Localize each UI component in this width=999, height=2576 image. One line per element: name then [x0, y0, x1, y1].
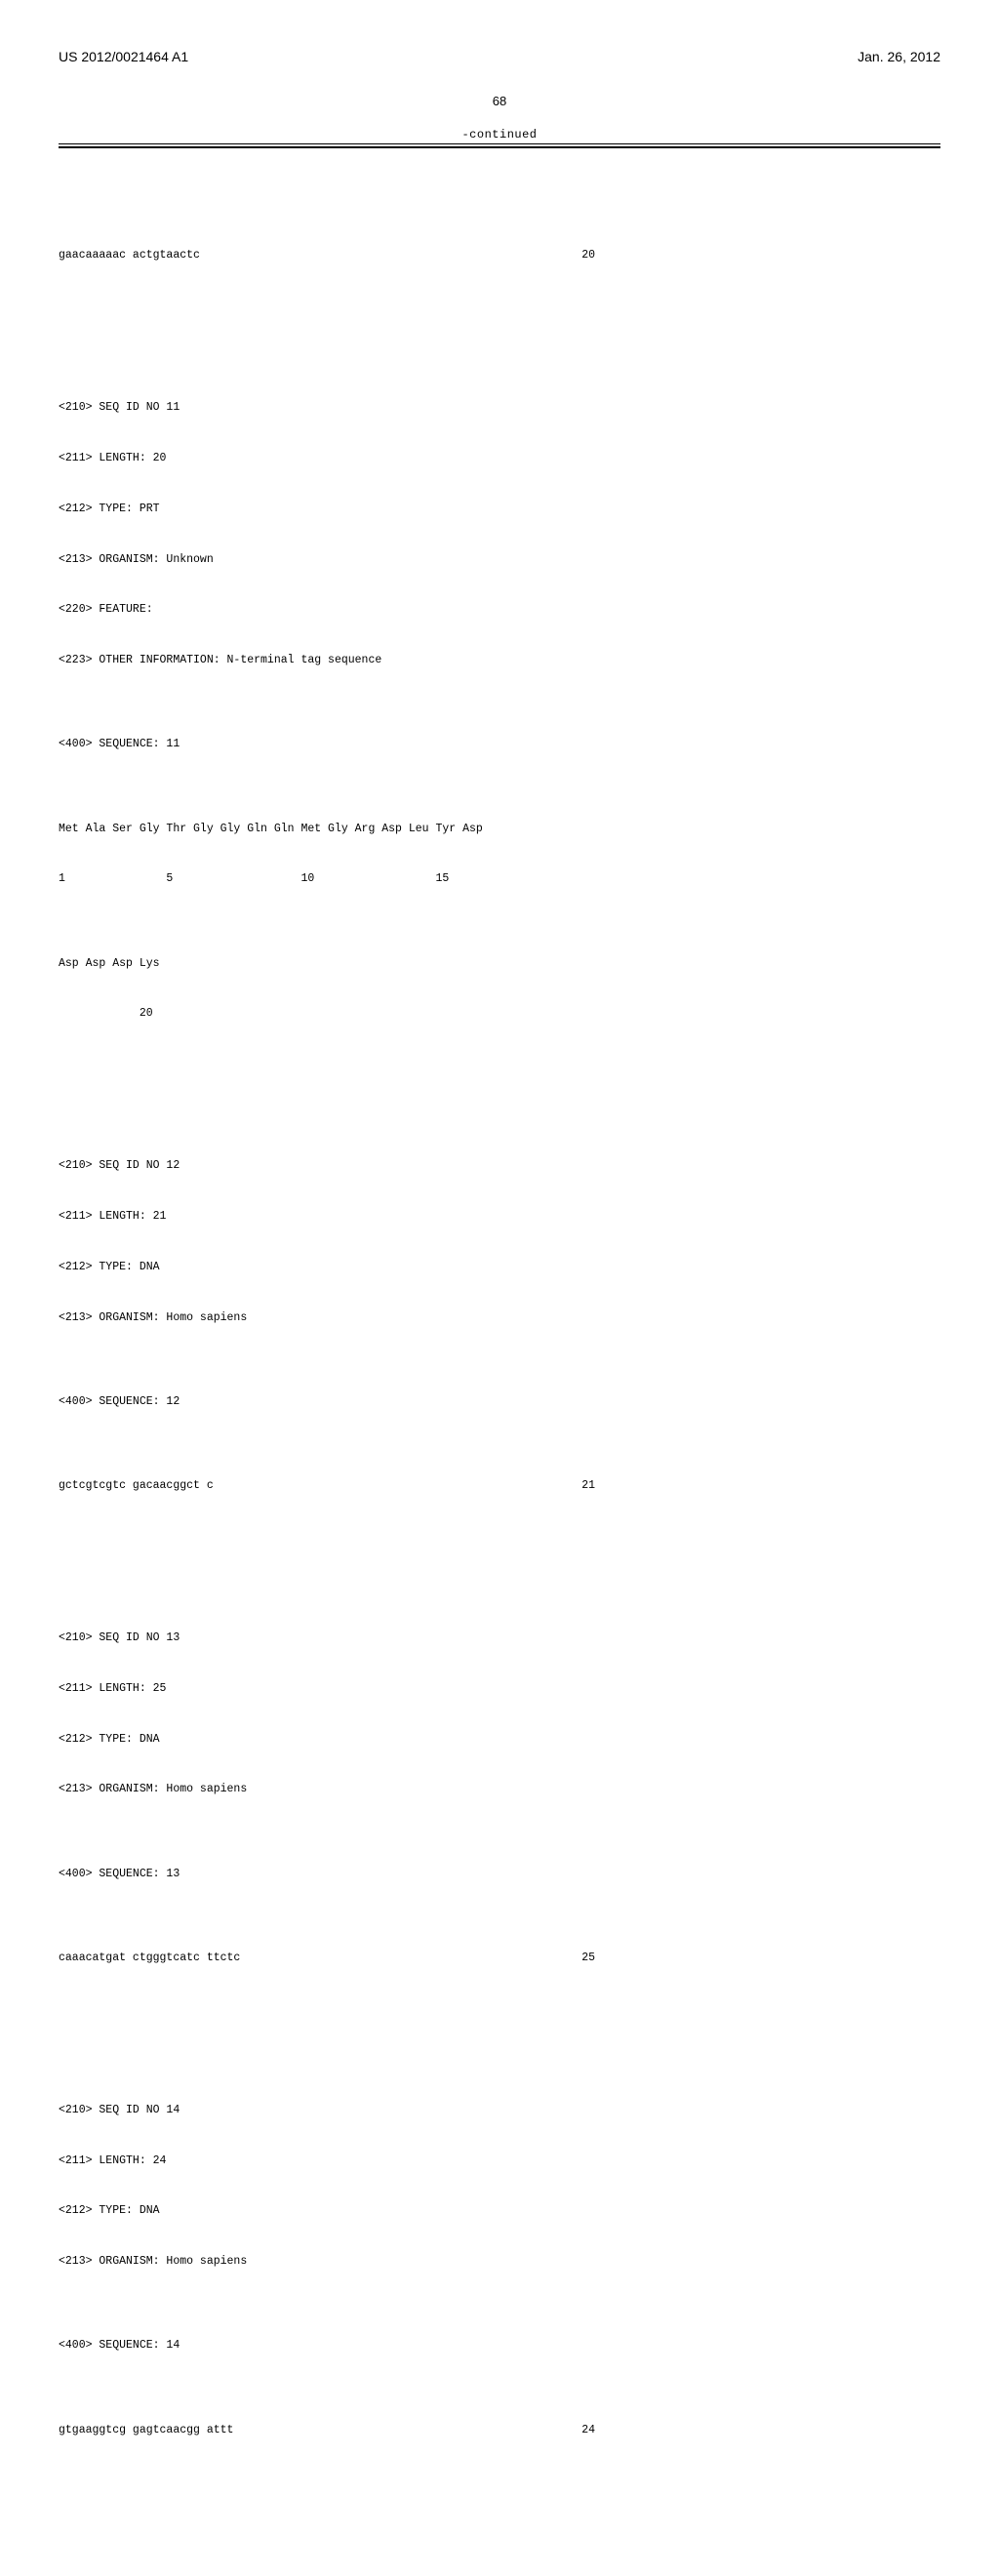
seq-block-14: <210> SEQ ID NO 14 <211> LENGTH: 24 <212… — [59, 2068, 940, 2472]
seq-header-line: <210> SEQ ID NO 12 — [59, 1157, 940, 1174]
seq-text: caaacatgat ctgggtcatc ttctc — [59, 1950, 240, 1966]
seq-block-12: <210> SEQ ID NO 12 <211> LENGTH: 21 <212… — [59, 1124, 940, 1528]
sequence-listing: gaacaaaaac actgtaactc 20 <210> SEQ ID NO… — [59, 163, 940, 2576]
seq-block-10-data: gaacaaaaac actgtaactc 20 — [59, 214, 940, 298]
seq-header-line: <220> FEATURE: — [59, 601, 940, 618]
continued-label: -continued — [59, 128, 940, 141]
seq-header-line: <213> ORGANISM: Homo sapiens — [59, 2253, 940, 2270]
seq-header-line: <211> LENGTH: 24 — [59, 2153, 940, 2169]
seq-header-line: <223> OTHER INFORMATION: N-terminal tag … — [59, 652, 940, 668]
seq-header-line: <210> SEQ ID NO 15 — [59, 2574, 940, 2576]
seq-label: <400> SEQUENCE: 14 — [59, 2337, 940, 2354]
seq-text: gctcgtcgtc gacaacggct c — [59, 1477, 214, 1494]
seq-block-13: <210> SEQ ID NO 13 <211> LENGTH: 25 <212… — [59, 1596, 940, 2000]
page-container: US 2012/0021464 A1 Jan. 26, 2012 68 -con… — [0, 0, 999, 2576]
seq-header-line: <211> LENGTH: 21 — [59, 1208, 940, 1225]
seq-header-line: <210> SEQ ID NO 14 — [59, 2102, 940, 2118]
seq-header-line: <211> LENGTH: 25 — [59, 1680, 940, 1697]
seq-header-line: <213> ORGANISM: Homo sapiens — [59, 1781, 940, 1797]
divider-thick — [59, 146, 940, 148]
seq-label: <400> SEQUENCE: 11 — [59, 736, 940, 752]
seq-header-line: <212> TYPE: DNA — [59, 1259, 940, 1275]
page-number: 68 — [59, 94, 940, 108]
seq-length: 20 — [581, 247, 595, 263]
seq-length: 25 — [581, 1950, 595, 1966]
seq-text: gaacaaaaac actgtaactc — [59, 247, 200, 263]
page-header: US 2012/0021464 A1 Jan. 26, 2012 — [59, 49, 940, 64]
seq-header-line: <212> TYPE: DNA — [59, 1731, 940, 1748]
seq-block-11: <210> SEQ ID NO 11 <211> LENGTH: 20 <212… — [59, 366, 940, 1056]
patent-date: Jan. 26, 2012 — [858, 49, 940, 64]
protein-seq-line: Asp Asp Asp Lys — [59, 955, 940, 972]
seq-text: gtgaaggtcg gagtcaacgg attt — [59, 2422, 233, 2438]
seq-header-line: <210> SEQ ID NO 11 — [59, 399, 940, 416]
seq-header-line: <213> ORGANISM: Unknown — [59, 551, 940, 568]
seq-length: 24 — [581, 2422, 595, 2438]
seq-label: <400> SEQUENCE: 13 — [59, 1866, 940, 1882]
patent-number: US 2012/0021464 A1 — [59, 49, 188, 64]
divider-top — [59, 143, 940, 144]
seq-header-line: <212> TYPE: PRT — [59, 501, 940, 517]
protein-seq-numbers: 1 5 10 15 — [59, 870, 940, 887]
seq-header-line: <213> ORGANISM: Homo sapiens — [59, 1309, 940, 1326]
protein-seq-numbers: 20 — [59, 1005, 940, 1022]
protein-seq-line: Met Ala Ser Gly Thr Gly Gly Gln Gln Met … — [59, 821, 940, 837]
seq-block-15: <210> SEQ ID NO 15 <211> LENGTH: 24 <212… — [59, 2540, 940, 2576]
seq-header-line: <211> LENGTH: 20 — [59, 450, 940, 466]
seq-header-line: <210> SEQ ID NO 13 — [59, 1630, 940, 1646]
seq-label: <400> SEQUENCE: 12 — [59, 1393, 940, 1410]
seq-length: 21 — [581, 1477, 595, 1494]
seq-header-line: <212> TYPE: DNA — [59, 2202, 940, 2219]
